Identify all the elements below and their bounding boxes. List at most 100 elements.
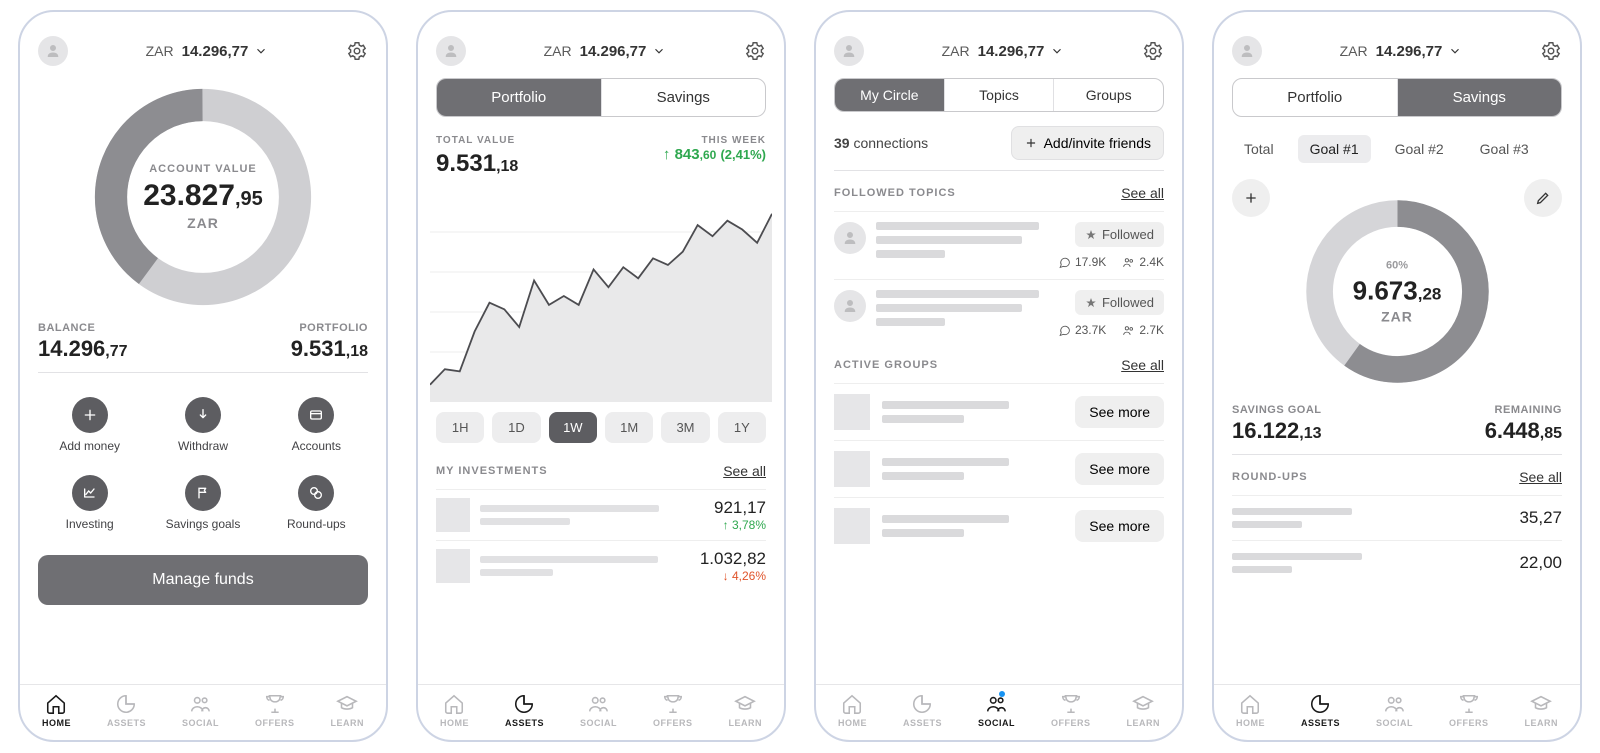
nav-offers[interactable]: OFFERS (1051, 693, 1091, 728)
nav-home[interactable]: HOME (838, 693, 867, 728)
range-1y[interactable]: 1Y (718, 412, 766, 443)
see-all-link[interactable]: See all (1519, 469, 1562, 485)
nav-assets[interactable]: ASSETS (107, 693, 146, 728)
account-value: 23.827 (143, 179, 235, 212)
nav-learn[interactable]: LEARN (330, 693, 364, 728)
range-1m[interactable]: 1M (605, 412, 653, 443)
nav-offers[interactable]: OFFERS (1449, 693, 1489, 728)
range-1h[interactable]: 1H (436, 412, 484, 443)
gear-icon[interactable] (744, 40, 766, 62)
nav-learn[interactable]: LEARN (728, 693, 762, 728)
roundup-row[interactable]: 35,27 (1232, 495, 1562, 540)
portfolio-label: PORTFOLIO (291, 322, 368, 334)
followed-badge[interactable]: Followed (1075, 222, 1164, 247)
investment-row[interactable]: 921,17↑ 3,78% (436, 489, 766, 540)
portfolio-chart (430, 192, 772, 402)
balance-dropdown[interactable]: ZAR14.296,77 (942, 43, 1065, 60)
range-1w[interactable]: 1W (549, 412, 597, 443)
nav-assets[interactable]: ASSETS (1301, 693, 1340, 728)
tab-groups[interactable]: Groups (1053, 79, 1163, 111)
action-roundups[interactable]: Round-ups (265, 469, 368, 537)
bottom-nav: HOME ASSETS SOCIAL OFFERS LEARN (1214, 684, 1580, 740)
balance-dropdown[interactable]: ZAR14.296,77 (544, 43, 667, 60)
nav-social[interactable]: SOCIAL (978, 693, 1015, 728)
gear-icon[interactable] (1142, 40, 1164, 62)
nav-learn[interactable]: LEARN (1126, 693, 1160, 728)
nav-assets[interactable]: ASSETS (505, 693, 544, 728)
roundup-row[interactable]: 22,00 (1232, 540, 1562, 585)
action-withdraw-label: Withdraw (178, 439, 228, 453)
topic-row[interactable]: Followed 23.7K 2.7K (834, 279, 1164, 347)
see-more-button[interactable]: See more (1075, 510, 1164, 542)
nav-home[interactable]: HOME (1236, 693, 1265, 728)
tab-topics[interactable]: Topics (944, 79, 1054, 111)
nav-learn[interactable]: LEARN (1524, 693, 1558, 728)
topic-row[interactable]: Followed 17.9K 2.4K (834, 211, 1164, 279)
topic-stats: 23.7K 2.7K (1058, 323, 1164, 337)
savings-pct: 60% (1353, 259, 1442, 271)
action-savings-label: Savings goals (166, 517, 241, 531)
account-value-dec: ,95 (235, 188, 263, 210)
chip-total[interactable]: Total (1232, 135, 1286, 163)
group-row[interactable]: See more (834, 440, 1164, 497)
nav-offers[interactable]: OFFERS (653, 693, 693, 728)
tab-savings[interactable]: Savings (1397, 79, 1562, 116)
manage-funds-button[interactable]: Manage funds (38, 555, 368, 605)
add-invite-friends-button[interactable]: Add/invite friends (1011, 126, 1164, 160)
asset-delta: ↓ 4,26% (700, 569, 766, 583)
gear-icon[interactable] (346, 40, 368, 62)
action-add-money[interactable]: Add money (38, 391, 141, 459)
account-donut: ACCOUNT VALUE 23.827,95 ZAR (38, 82, 368, 312)
asset-icon (436, 549, 470, 583)
see-more-button[interactable]: See more (1075, 453, 1164, 485)
investment-row[interactable]: 1.032,82↓ 4,26% (436, 540, 766, 591)
action-investing[interactable]: Investing (38, 469, 141, 537)
tab-savings[interactable]: Savings (601, 79, 766, 116)
savings-goal: 16.122 (1232, 418, 1299, 443)
topic-avatar (834, 290, 866, 322)
this-week-change: ↑ 843,60 (2,41%) (663, 146, 766, 163)
chip-goal-4[interactable]: Goa (1553, 135, 1562, 163)
range-3m[interactable]: 3M (661, 412, 709, 443)
action-accounts[interactable]: Accounts (265, 391, 368, 459)
group-row[interactable]: See more (834, 497, 1164, 554)
nav-social[interactable]: SOCIAL (1376, 693, 1413, 728)
gear-icon[interactable] (1540, 40, 1562, 62)
balance-dropdown[interactable]: ZAR14.296,77 (1340, 43, 1463, 60)
chip-goal-1[interactable]: Goal #1 (1298, 135, 1371, 163)
balance-label: BALANCE (38, 322, 128, 334)
nav-social[interactable]: SOCIAL (182, 693, 219, 728)
chip-goal-2[interactable]: Goal #2 (1383, 135, 1456, 163)
see-more-button[interactable]: See more (1075, 396, 1164, 428)
group-row[interactable]: See more (834, 383, 1164, 440)
see-all-link[interactable]: See all (1121, 185, 1164, 201)
range-1d[interactable]: 1D (492, 412, 540, 443)
portfolio-value: 9.531 (291, 336, 346, 361)
balance-dropdown[interactable]: ZAR 14.296,77 (146, 43, 269, 60)
total-value: 9.531 (436, 150, 496, 177)
avatar[interactable] (834, 36, 864, 66)
tab-my-circle[interactable]: My Circle (835, 79, 944, 111)
action-savings-goals[interactable]: Savings goals (151, 469, 254, 537)
tab-portfolio[interactable]: Portfolio (1233, 79, 1397, 116)
action-withdraw[interactable]: Withdraw (151, 391, 254, 459)
portfolio-dec: ,18 (346, 343, 368, 360)
followed-badge[interactable]: Followed (1075, 290, 1164, 315)
nav-social[interactable]: SOCIAL (580, 693, 617, 728)
action-investing-label: Investing (66, 517, 114, 531)
chip-goal-3[interactable]: Goal #3 (1468, 135, 1541, 163)
avatar[interactable] (436, 36, 466, 66)
see-all-link[interactable]: See all (723, 463, 766, 479)
action-accounts-label: Accounts (292, 439, 341, 453)
see-all-link[interactable]: See all (1121, 357, 1164, 373)
asset-price: 1.032,82 (700, 549, 766, 569)
tab-portfolio[interactable]: Portfolio (437, 79, 601, 116)
savings-value-dec: ,28 (1418, 284, 1442, 303)
avatar[interactable] (1232, 36, 1262, 66)
avatar[interactable] (38, 36, 68, 66)
nav-home[interactable]: HOME (42, 693, 71, 728)
nav-home[interactable]: HOME (440, 693, 469, 728)
nav-offers[interactable]: OFFERS (255, 693, 295, 728)
remaining-value: 6.448 (1485, 418, 1540, 443)
nav-assets[interactable]: ASSETS (903, 693, 942, 728)
